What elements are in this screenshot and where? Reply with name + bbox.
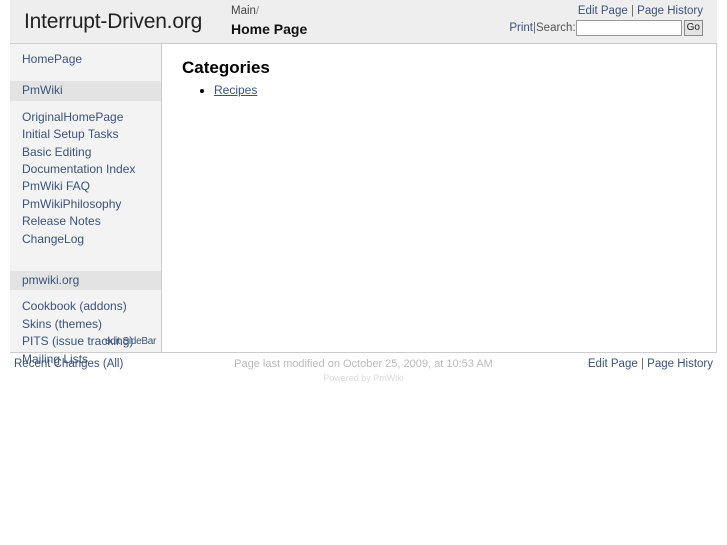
footer-right: Edit Page | Page History [588,358,713,370]
breadcrumb-separator: / [255,5,259,17]
sidebar-item-homepage[interactable]: HomePage [10,51,161,68]
action-separator-top: | [630,5,634,17]
powered-by-text: Powered by PmWiki [323,373,404,383]
search-row: Print|Search: Go [509,20,703,36]
search-go-button[interactable]: Go [683,20,703,36]
sidebar-heading-pmwiki-org[interactable]: pmwiki.org [10,271,161,291]
list-item: Recipes [214,82,700,98]
body-wrap: HomePage PmWiki OriginalHomePage Initial… [10,44,717,366]
site-title: Interrupt-Driven.org [24,10,203,33]
print-link[interactable]: Print [509,22,533,34]
sidebar-heading-pmwiki[interactable]: PmWiki [10,81,161,101]
breadcrumb: Main/ Home Page [231,4,307,38]
page-history-link-bottom[interactable]: Page History [647,358,713,370]
page-history-link-top[interactable]: Page History [637,5,703,17]
sidebar-item-release-notes[interactable]: Release Notes [10,213,161,230]
sidebar-item-documentation-index[interactable]: Documentation Index [10,161,161,178]
category-link-recipes[interactable]: Recipes [214,83,257,97]
footer-separator: | [640,358,644,370]
sidebar-item-originalhomepage[interactable]: OriginalHomePage [10,109,161,126]
edit-page-link-top[interactable]: Edit Page [578,5,628,17]
breadcrumb-item-main[interactable]: Main [231,5,256,17]
page-frame: Interrupt-Driven.org Main/ Home Page Edi… [10,0,717,383]
header-actions: Edit Page | Page History Print | Search: Go [509,5,703,36]
sidebar-item-initial-setup-tasks[interactable]: Initial Setup Tasks [10,126,161,143]
header-action-links: Edit Page | Page History [509,5,703,17]
search-label: Search: [536,22,576,35]
sidebar-item-skins[interactable]: Skins (themes) [10,316,161,333]
sidebar-item-changelog[interactable]: ChangeLog [10,231,161,248]
sidebar-item-pmwiki-faq[interactable]: PmWiki FAQ [10,178,161,195]
content-heading: Categories [182,58,270,77]
sidebar: HomePage PmWiki OriginalHomePage Initial… [10,44,162,366]
sidebar-item-cookbook[interactable]: Cookbook (addons) [10,298,161,315]
edit-sidebar-link[interactable]: edit SideBar [105,336,156,347]
categories-list: Recipes [182,82,700,98]
search-input[interactable] [575,20,682,36]
site-header: Interrupt-Driven.org Main/ Home Page Edi… [10,0,717,44]
edit-page-link-bottom[interactable]: Edit Page [588,358,638,370]
site-footer: Recent Changes (All) Page last modified … [10,352,717,383]
main-content: Categories Recipes [162,44,717,352]
page-title: Home Page [231,20,308,37]
breadcrumb-trail: Main/ [231,4,307,19]
sidebar-item-pmwikiphilosophy[interactable]: PmWikiPhilosophy [10,196,161,213]
sidebar-top-spacer [10,44,161,51]
sidebar-item-basic-editing[interactable]: Basic Editing [10,144,161,161]
sidebar-spacer-3b [10,261,161,271]
